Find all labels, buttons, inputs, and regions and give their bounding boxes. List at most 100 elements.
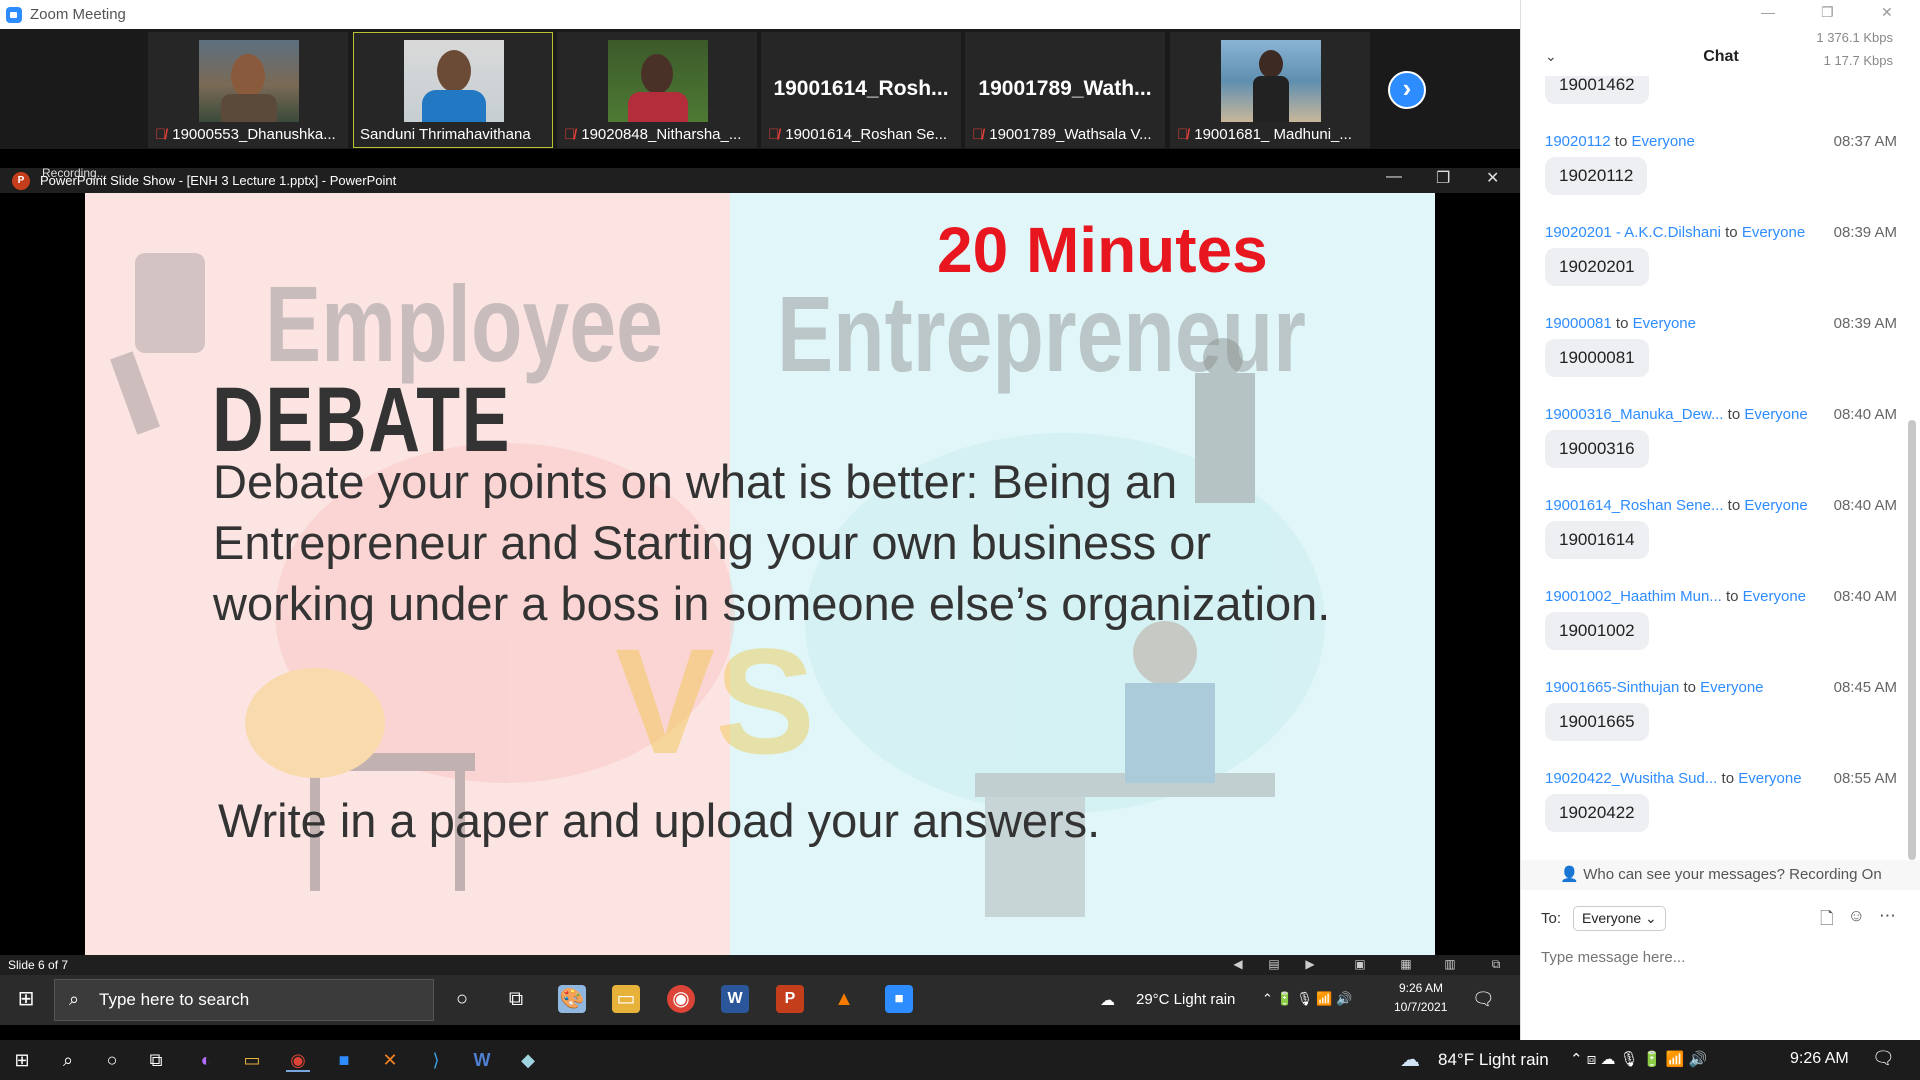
system-tray-icons[interactable]: ⌃ 🔋 🎙 📶 🔊 (1262, 991, 1352, 1007)
taskbar-search-box[interactable]: ⌕ Type here to search (54, 979, 434, 1021)
participant-video (1221, 40, 1321, 122)
cortana-icon[interactable]: ○ (448, 985, 476, 1013)
chevron-right-icon: › (1402, 73, 1412, 103)
visibility-text: Who can see your messages? Recording On (1583, 866, 1882, 883)
participant-tile-active-speaker[interactable]: Sanduni Thrimahavithana (353, 32, 553, 148)
chat-tools: 🗋 ☺ ⋯ (1820, 906, 1896, 935)
system-tray-icons[interactable]: ⌃ ⧈ ☁ 🎙 🔋 📶 🔊 (1570, 1050, 1707, 1068)
timer-title: 20 Minutes (937, 214, 1268, 286)
participant-tile[interactable]: 19001614_Rosh... 🎙̸ 19001614_Roshan Se... (761, 32, 961, 148)
message-sender[interactable]: 19020112 (1545, 133, 1611, 150)
next-page-button[interactable]: › (1388, 71, 1426, 109)
normal-view-icon[interactable]: ▣ (1352, 957, 1368, 971)
message-time: 08:39 AM (1833, 315, 1897, 332)
slide-sorter-icon[interactable]: ▦ (1398, 957, 1414, 971)
participant-video (404, 40, 504, 122)
participant-tile[interactable]: 🎙̸ 19001681_ Madhuni_... (1170, 32, 1370, 148)
notifications-icon[interactable]: 🗨 (1472, 989, 1495, 1010)
previous-slide-icon[interactable]: ◀ (1230, 957, 1246, 971)
slide-area: VS Employee Entrepreneur 20 Minutes DEBA… (0, 193, 1520, 955)
message-recipient: Everyone (1631, 133, 1695, 150)
message-sender[interactable]: 19001614_Roshan Sene... (1545, 497, 1723, 514)
task-view-icon[interactable]: ⧉ (144, 1048, 168, 1072)
minimize-icon[interactable]: — (1386, 168, 1402, 186)
recording-indicator: Recording... (42, 166, 107, 180)
chrome-icon[interactable]: ◉ (286, 1048, 310, 1072)
recipient-dropdown[interactable]: Everyone ⌄ (1573, 906, 1666, 931)
watermark-entrepreneur: Entrepreneur (777, 273, 1306, 394)
message-to: to (1683, 679, 1696, 696)
muted-mic-icon: 🎙̸ (972, 126, 984, 143)
slide-menu-icon[interactable]: ▤ (1266, 957, 1282, 971)
chat-message-bubble: 19000316 (1545, 430, 1649, 468)
reading-view-icon[interactable]: ▥ (1442, 957, 1458, 971)
chat-message: 19001614_Roshan Sene... to Everyone 08:4… (1545, 497, 1897, 588)
minimize-icon[interactable]: — (1761, 4, 1775, 20)
close-icon[interactable]: ✕ (1881, 4, 1893, 21)
word-icon[interactable]: W (470, 1048, 494, 1072)
xampp-icon[interactable]: ✕ (378, 1048, 402, 1072)
close-icon[interactable]: ✕ (1486, 168, 1499, 188)
zoom-taskbar-icon[interactable]: ■ (885, 985, 913, 1013)
message-sender[interactable]: 19001665-Sinthujan (1545, 679, 1679, 696)
chat-message-bubble: 19020201 (1545, 248, 1649, 286)
message-sender[interactable]: 19020201 - A.K.C.Dilshani (1545, 224, 1721, 241)
search-icon[interactable]: ⌕ (56, 1048, 80, 1072)
vscode-icon[interactable]: ⟩ (424, 1048, 448, 1072)
chat-scrollbar[interactable] (1908, 420, 1916, 860)
message-sender[interactable]: 19000081 (1545, 315, 1612, 332)
emoji-icon[interactable]: ☺ (1848, 906, 1865, 935)
message-to: to (1727, 406, 1741, 423)
chrome-icon[interactable]: ◉ (667, 985, 695, 1013)
participant-tile[interactable]: 🎙̸ 19000553_Dhanushka... (148, 32, 348, 148)
message-time: 08:45 AM (1833, 679, 1897, 696)
github-icon[interactable]: ◐ (194, 1048, 218, 1072)
slide-instruction: Write in a paper and upload your answers… (218, 794, 1101, 847)
participant-tile[interactable]: 🎙̸ 19020848_Nitharsha_... (557, 32, 757, 148)
slide-body: Debate your points on what is better: Be… (213, 455, 1331, 630)
weather-icon: ☁ (1100, 992, 1115, 1009)
message-recipient: Everyone (1700, 679, 1764, 696)
paint-icon[interactable]: 🎨 (558, 985, 586, 1013)
message-sender[interactable]: 19020422_Wusitha Sud... (1545, 770, 1717, 787)
participant-name-large: 19001789_Wath... (978, 77, 1152, 100)
restore-icon[interactable]: ❐ (1821, 4, 1834, 21)
message-sender[interactable]: 19001002_Haathim Mun... (1545, 588, 1722, 605)
app-icon[interactable]: ◆ (516, 1048, 540, 1072)
message-sender[interactable]: 19000316_Manuka_Dew... (1545, 406, 1723, 423)
word-icon[interactable]: W (721, 985, 749, 1013)
cortana-icon[interactable]: ○ (100, 1048, 124, 1072)
chat-message: 19000081 to Everyone 08:39 AM 19000081 (1545, 315, 1897, 406)
vs-watermark: VS (615, 617, 815, 785)
slideshow-statusbar: Slide 6 of 7 ◀ ▤ ▶ ▣ ▦ ▥ ⧉ (0, 955, 1520, 975)
message-recipient: Everyone (1741, 224, 1806, 241)
more-icon[interactable]: ⋯ (1879, 906, 1896, 935)
chat-message-list[interactable]: 19001462 19020112 to Everyone 08:37 AM 1… (1545, 76, 1897, 856)
windows-start-icon[interactable]: ⊞ (12, 985, 40, 1013)
zoom-icon[interactable]: ■ (332, 1048, 356, 1072)
file-explorer-icon[interactable]: ▭ (612, 985, 640, 1013)
participant-video (608, 40, 708, 122)
chat-message-bubble: 19000081 (1545, 339, 1649, 377)
clock-time: 9:26 AM (1399, 981, 1444, 995)
chat-message-bubble: 19001002 (1545, 612, 1649, 650)
vlc-icon[interactable]: ▲ (830, 985, 858, 1013)
chat-header: ⌄ Chat 1 376.1 Kbps 1 17.7 Kbps — ❐ ✕ (1521, 0, 1920, 80)
file-explorer-icon[interactable]: ▭ (240, 1048, 264, 1072)
people-icon: 👤 (1560, 866, 1580, 883)
chat-message-input[interactable] (1541, 942, 1901, 972)
search-placeholder: Type here to search (99, 990, 250, 1009)
file-icon[interactable]: 🗋 (1820, 906, 1834, 935)
restore-icon[interactable]: ❐ (1436, 168, 1450, 188)
task-view-icon[interactable]: ⧉ (502, 985, 530, 1013)
message-time: 08:40 AM (1833, 588, 1897, 605)
message-visibility-note[interactable]: 👤 Who can see your messages? Recording O… (1521, 860, 1920, 890)
next-slide-icon[interactable]: ▶ (1302, 957, 1318, 971)
chat-message-bubble: 19001665 (1545, 703, 1649, 741)
notifications-icon[interactable]: 🗨 (1872, 1048, 1895, 1069)
participant-gallery: 🎙̸ 19000553_Dhanushka... Sanduni Thrimaha… (0, 29, 1520, 149)
windows-start-icon[interactable]: ⊞ (10, 1048, 34, 1072)
slideshow-view-icon[interactable]: ⧉ (1488, 957, 1504, 971)
powerpoint-taskbar-icon[interactable]: P (776, 985, 804, 1013)
participant-tile[interactable]: 19001789_Wath... 🎙̸ 19001789_Wathsala V..… (965, 32, 1165, 148)
